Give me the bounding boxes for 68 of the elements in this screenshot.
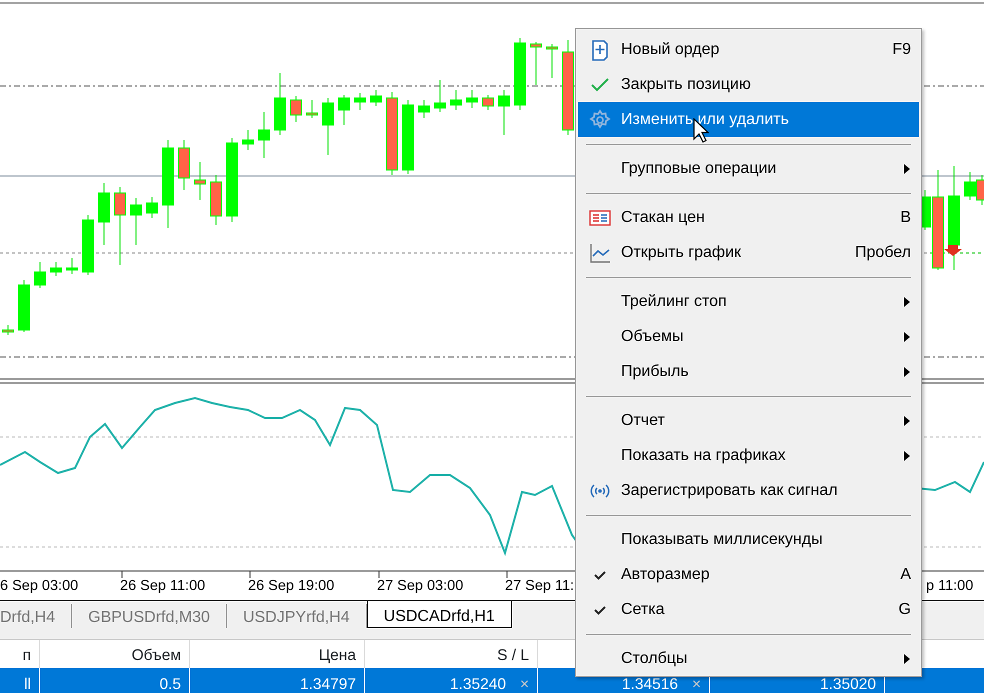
- candlestick: [338, 94, 350, 126]
- time-axis-label: 27 Sep 11:: [505, 578, 574, 594]
- candlestick: [466, 90, 478, 108]
- menu-item[interactable]: Изменить или удалить: [578, 102, 919, 137]
- table-cell: 1.34516: [622, 676, 678, 693]
- candlestick: [50, 262, 62, 276]
- menu-item[interactable]: Новый ордер F9: [578, 32, 919, 67]
- menu-item[interactable]: Прибыль: [578, 354, 919, 389]
- time-axis-label: 27 Sep 03:00: [377, 578, 464, 594]
- candlestick: [546, 44, 558, 78]
- candlestick: [322, 98, 334, 156]
- candlestick: [354, 92, 366, 110]
- candlestick: [482, 94, 494, 110]
- candlestick: [434, 80, 446, 112]
- chart-tab[interactable]: GBPUSDrfd,M30: [72, 604, 227, 628]
- menu-item[interactable]: Открыть график Пробел: [578, 235, 919, 270]
- chart-tab[interactable]: USDCADrfd,H1: [366, 601, 512, 628]
- candlestick: [418, 100, 430, 118]
- shortcut-label: A: [900, 564, 911, 584]
- order-level-line: [930, 252, 984, 254]
- menu-item[interactable]: Показывать миллисекунды: [578, 522, 919, 557]
- candlestick: [450, 90, 462, 110]
- shortcut-label: F9: [892, 40, 911, 60]
- candlestick: [530, 42, 542, 86]
- line-chart-icon: [588, 242, 610, 264]
- time-axis-label: 6 Sep 03:00: [0, 578, 78, 594]
- candlestick: [194, 162, 206, 200]
- chart-tab[interactable]: Drfd,H4: [0, 604, 72, 628]
- candlestick: [98, 182, 110, 246]
- menu-item[interactable]: Групповые операции: [578, 151, 919, 186]
- candlestick: [178, 140, 190, 190]
- shortcut-label: B: [900, 208, 911, 228]
- candlestick: [18, 280, 30, 332]
- table-cell: 0.5: [159, 676, 181, 693]
- candlestick: [210, 174, 222, 226]
- table-cell: ll: [24, 676, 31, 693]
- menu-item[interactable]: Стакан цен B: [578, 200, 919, 235]
- sell-arrow-icon: [944, 245, 962, 256]
- candlestick: [146, 196, 158, 218]
- candlestick: [306, 100, 318, 118]
- menu-item[interactable]: Зарегистрировать как сигнал: [578, 473, 919, 508]
- shortcut-label: G: [898, 600, 911, 620]
- candlestick: [258, 112, 270, 158]
- table-cell: 1.35240: [450, 676, 506, 693]
- candlestick: [34, 262, 46, 288]
- candlestick: [290, 96, 302, 122]
- menu-item[interactable]: Авторазмер A: [578, 557, 919, 592]
- menu-item[interactable]: Показать на графиках: [578, 438, 919, 473]
- candlestick: [498, 90, 510, 136]
- time-axis-label: 26 Sep 11:00: [120, 578, 206, 594]
- candlestick: [242, 130, 254, 150]
- candlestick: [370, 90, 382, 106]
- time-axis-label: p 11:00: [926, 578, 974, 594]
- menu-item[interactable]: Сетка G: [578, 592, 919, 627]
- time-axis-label: 26 Sep 19:00: [248, 578, 334, 594]
- candlestick: [130, 198, 142, 246]
- gear-icon: [588, 108, 610, 130]
- table-cell: 1.34797: [300, 676, 356, 693]
- menu-item[interactable]: Трейлинг стоп: [578, 284, 919, 319]
- table-cell: 1.35020: [820, 676, 876, 693]
- menu-item[interactable]: Закрыть позицию: [578, 67, 919, 102]
- candlestick: [82, 214, 94, 276]
- candlestick: [2, 324, 14, 336]
- menu-item[interactable]: Объемы: [578, 319, 919, 354]
- menu-item[interactable]: Отчет: [578, 403, 919, 438]
- shortcut-label: Пробел: [855, 242, 911, 262]
- candlestick: [274, 72, 286, 136]
- candlestick: [66, 258, 78, 274]
